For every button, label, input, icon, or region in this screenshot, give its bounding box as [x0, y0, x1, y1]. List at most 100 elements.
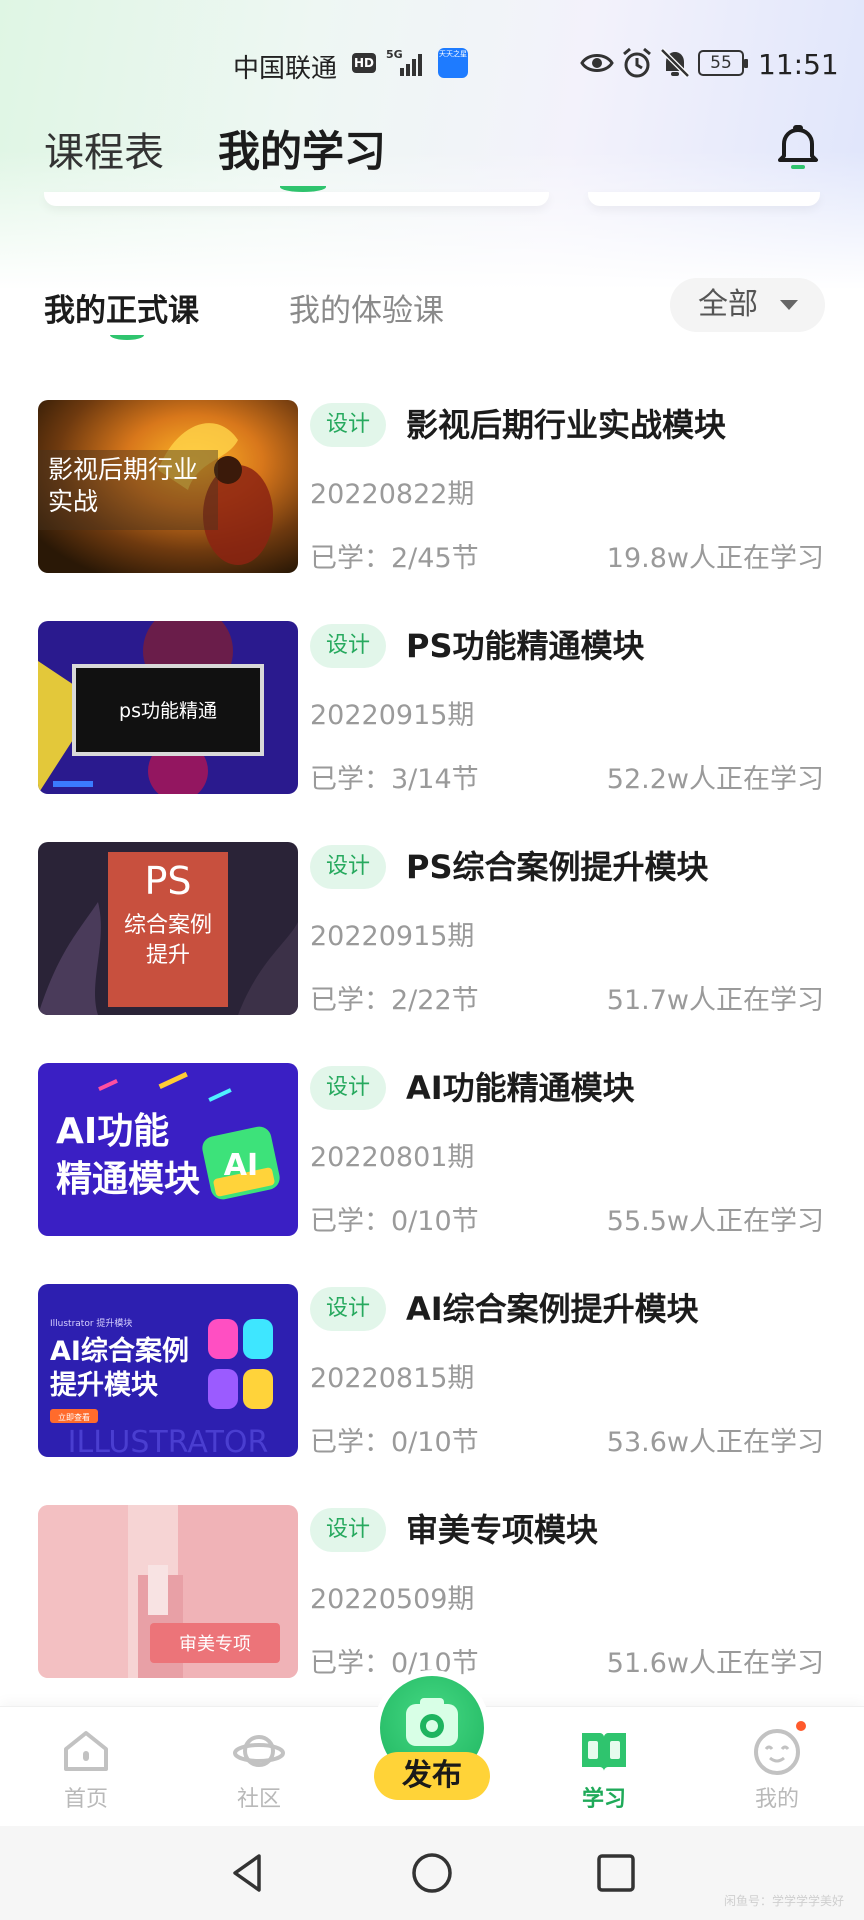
course-learners: 52.2w人正在学习 [606, 764, 824, 795]
app-notification-icon: 天天之星 [438, 48, 468, 78]
course-item[interactable]: 审美专项 设计 审美专项模块 20220509期 已学：0/10节 51.6w人… [0, 1505, 864, 1679]
battery-icon: 55 [698, 50, 748, 76]
banner-card-right [588, 192, 820, 206]
recent-apps-icon[interactable] [591, 1848, 641, 1898]
tab-my-learning[interactable]: 我的学习 [218, 118, 386, 179]
watermark: 闲鱼号：学学学学美好 [723, 1894, 844, 1908]
status-bar: 中国联通 HD 5G 天天之星 55 11:51 [0, 0, 864, 128]
nav-profile[interactable]: 我的 [722, 1719, 832, 1813]
active-tab-indicator [280, 182, 326, 192]
carrier-name: 中国联通 [233, 54, 338, 84]
course-learners: 55.5w人正在学习 [606, 1206, 824, 1237]
course-thumbnail: 影视后期行业 实战 [38, 400, 298, 573]
sub-tab-indicator [110, 330, 144, 340]
tab-trial-courses[interactable]: 我的体验课 [289, 285, 444, 330]
thumb-text: 实战 [48, 487, 98, 516]
system-navigation-bar: 闲鱼号：学学学学美好 [0, 1826, 864, 1920]
course-learners: 51.6w人正在学习 [606, 1648, 824, 1679]
banner-card-left [44, 192, 549, 206]
course-thumbnail: PS 综合案例 提升 [38, 842, 298, 1015]
back-icon[interactable] [223, 1848, 273, 1898]
notification-dot [794, 1719, 808, 1733]
thumb-text: 精通模块 [56, 1159, 200, 1200]
course-thumbnail: AI功能 精通模块 AI [38, 1063, 298, 1236]
category-tag: 设计 [310, 1508, 386, 1552]
course-learners: 19.8w人正在学习 [606, 543, 824, 574]
course-period: 20220822期 [310, 479, 475, 510]
thumb-text: 提升模块 [50, 1370, 159, 1401]
thumb-text: AI [224, 1148, 258, 1183]
course-period: 20220801期 [310, 1142, 475, 1173]
course-title: PS综合案例提升模块 [406, 848, 709, 886]
nav-community-label: 社区 [236, 1787, 281, 1812]
tab-formal-courses[interactable]: 我的正式课 [44, 285, 199, 330]
course-progress: 已学：2/45节 [310, 543, 479, 574]
network-type: 5G [386, 48, 403, 61]
course-period: 20220915期 [310, 700, 475, 731]
course-item[interactable]: Illustrator 提升模块 AI综合案例 提升模块 立即查看 ILLUST… [0, 1284, 864, 1458]
publish-label: 发布 [374, 1752, 490, 1800]
course-progress: 已学：3/14节 [310, 764, 479, 795]
course-thumbnail: Illustrator 提升模块 AI综合案例 提升模块 立即查看 ILLUST… [38, 1284, 298, 1457]
category-tag: 设计 [310, 1066, 386, 1110]
signal-icon: 5G [384, 48, 430, 78]
thumb-text: 提升 [146, 943, 190, 968]
thumb-text: ILLUSTRATOR [68, 1425, 269, 1457]
face-icon [754, 1729, 800, 1775]
course-title: AI功能精通模块 [406, 1069, 635, 1107]
publish-button[interactable]: 发布 [374, 1676, 490, 1816]
filter-label: 全部 [698, 287, 758, 322]
hd-indicator: HD [352, 53, 376, 73]
course-item[interactable]: PS 综合案例 提升 设计 PS综合案例提升模块 20220915期 已学：2/… [0, 842, 864, 1016]
thumb-text: 审美专项 [179, 1634, 251, 1655]
thumb-text: 立即查看 [58, 1412, 90, 1422]
course-item[interactable]: 影视后期行业 实战 设计 影视后期行业实战模块 20220822期 已学：2/4… [0, 400, 864, 574]
tab-schedule[interactable]: 课程表 [44, 120, 164, 178]
home-button-icon[interactable] [407, 1848, 457, 1898]
course-progress: 已学：0/10节 [310, 1648, 479, 1679]
caret-down-icon [780, 300, 798, 310]
category-tag: 设计 [310, 624, 386, 668]
course-item[interactable]: ps功能精通 设计 PS功能精通模块 20220915期 已学：3/14节 52… [0, 621, 864, 795]
nav-profile-label: 我的 [754, 1787, 799, 1812]
course-title: AI综合案例提升模块 [406, 1290, 699, 1328]
thumb-text: ps功能精通 [119, 700, 217, 722]
thumb-text: AI功能 [56, 1111, 169, 1152]
eye-icon [580, 54, 614, 72]
clock: 11:51 [758, 48, 839, 81]
thumb-text: 综合案例 [124, 913, 212, 938]
bell-icon[interactable] [772, 120, 824, 172]
course-progress: 已学：0/10节 [310, 1427, 479, 1458]
nav-community[interactable]: 社区 [204, 1725, 314, 1813]
thumb-text: Illustrator 提升模块 [50, 1317, 132, 1329]
course-thumbnail: 审美专项 [38, 1505, 298, 1678]
planet-icon [233, 1735, 285, 1767]
course-progress: 已学：0/10节 [310, 1206, 479, 1237]
filter-dropdown[interactable]: 全部 [670, 278, 825, 332]
course-title: 影视后期行业实战模块 [406, 406, 727, 444]
course-title: PS功能精通模块 [406, 627, 645, 665]
nav-home[interactable]: 首页 [31, 1725, 141, 1813]
nav-home-label: 首页 [63, 1787, 108, 1812]
nav-learning-label: 学习 [581, 1787, 626, 1812]
home-icon [64, 1731, 108, 1771]
course-thumbnail: ps功能精通 [38, 621, 298, 794]
course-period: 20220509期 [310, 1584, 475, 1615]
mute-bell-icon [660, 48, 690, 78]
course-period: 20220915期 [310, 921, 475, 952]
course-progress: 已学：2/22节 [310, 985, 479, 1016]
course-item[interactable]: AI功能 精通模块 AI 设计 AI功能精通模块 20220801期 已学：0/… [0, 1063, 864, 1237]
thumb-text: PS [144, 859, 191, 903]
course-period: 20220815期 [310, 1363, 475, 1394]
category-tag: 设计 [310, 403, 386, 447]
course-title: 审美专项模块 [406, 1511, 599, 1549]
nav-learning[interactable]: 学习 [549, 1725, 659, 1813]
course-learners: 53.6w人正在学习 [606, 1427, 824, 1458]
category-tag: 设计 [310, 1287, 386, 1331]
thumb-text: 影视后期行业 [48, 455, 198, 484]
course-learners: 51.7w人正在学习 [606, 985, 824, 1016]
book-icon [582, 1733, 626, 1771]
alarm-icon [623, 47, 651, 78]
category-tag: 设计 [310, 845, 386, 889]
thumb-text: AI综合案例 [50, 1335, 189, 1367]
